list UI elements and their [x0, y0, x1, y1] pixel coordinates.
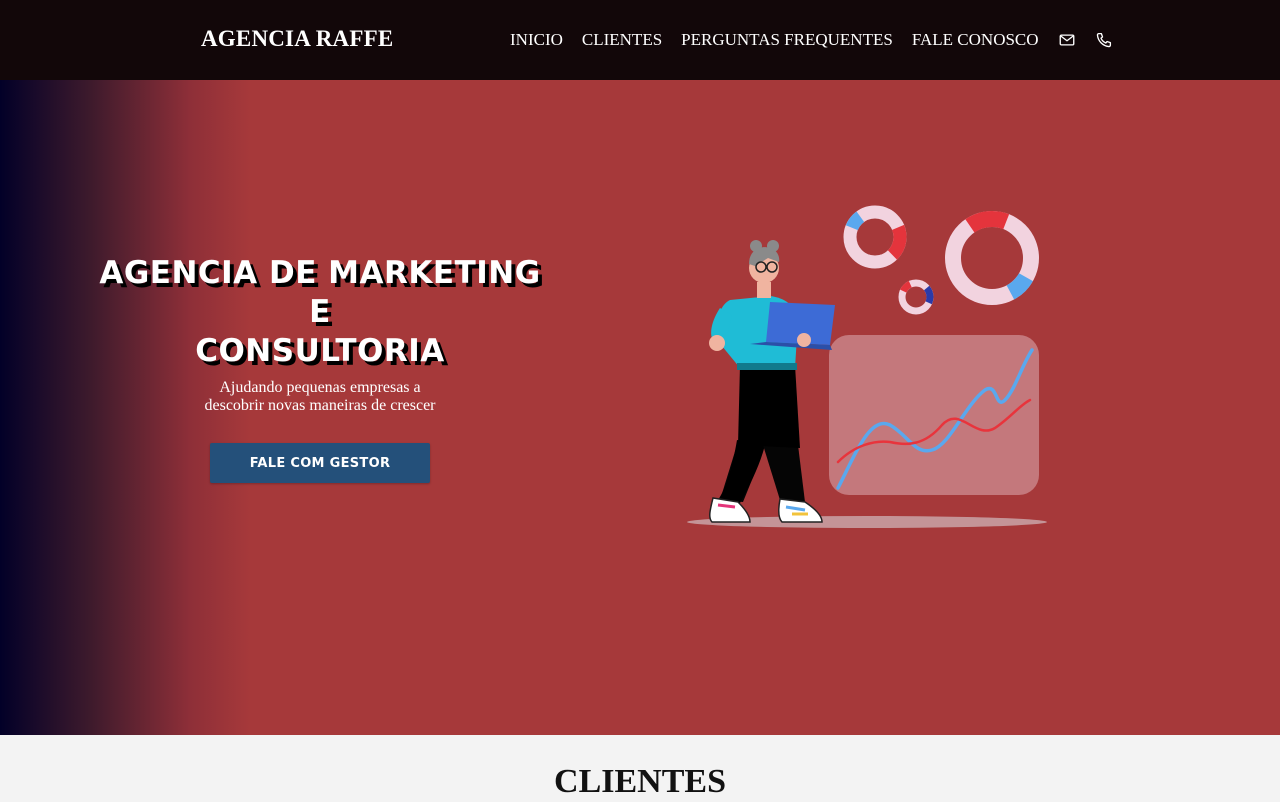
nav-perguntas-frequentes[interactable]: PERGUNTAS FREQUENTES — [681, 30, 893, 50]
hero-title-line: E — [309, 294, 331, 330]
hero-title-line: AGENCIA DE MARKETING — [99, 255, 541, 291]
hero-subtitle-line: Ajudando pequenas empresas a — [219, 379, 421, 396]
clientes-section-title: CLIENTES — [554, 763, 726, 800]
top-navbar: AGENCIA RAFFE INICIO CLIENTES PERGUNTAS … — [0, 0, 1280, 80]
brand-logo[interactable]: AGENCIA RAFFE — [201, 26, 393, 52]
hero-subtitle-line: descobrir novas maneiras de crescer — [204, 397, 436, 414]
nav-inicio[interactable]: INICIO — [510, 30, 563, 50]
mail-icon[interactable] — [1058, 31, 1076, 49]
hero-section: AGENCIA DE MARKETING E CONSULTORIA Ajuda… — [0, 80, 1280, 735]
fale-com-gestor-button[interactable]: FALE COM GESTOR — [210, 443, 430, 483]
hero-title-line: CONSULTORIA — [195, 333, 445, 369]
hero-title: AGENCIA DE MARKETING E CONSULTORIA — [70, 254, 570, 371]
main-nav: INICIO CLIENTES PERGUNTAS FREQUENTES FAL… — [510, 29, 1113, 51]
marketing-illustration — [687, 205, 1047, 528]
nav-fale-conosco[interactable]: FALE CONOSCO — [912, 30, 1039, 50]
hero-subtitle: Ajudando pequenas empresas a descobrir n… — [120, 379, 520, 415]
phone-icon[interactable] — [1095, 31, 1113, 49]
nav-clientes[interactable]: CLIENTES — [582, 30, 662, 50]
